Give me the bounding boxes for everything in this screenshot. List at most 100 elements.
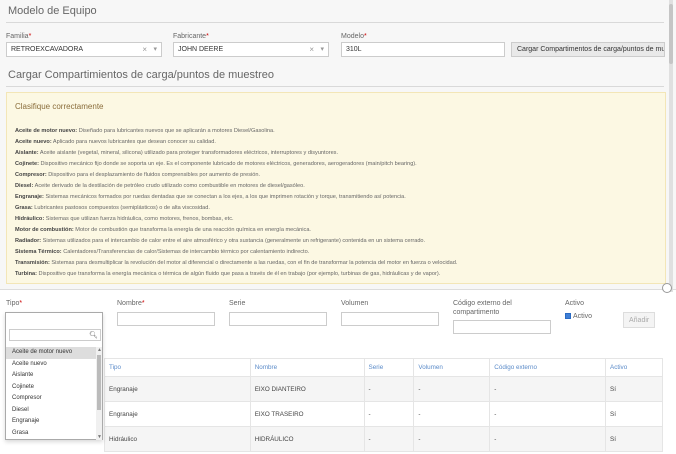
column-header[interactable]: Activo <box>605 358 663 377</box>
classification-notice: Clasifique correctamente Aceite de motor… <box>6 92 666 284</box>
definition-text: Diseñado para lubricantes nuevos que se … <box>77 128 275 134</box>
table-cell: Engranaje <box>104 401 251 427</box>
dropdown-scrollbar-thumb[interactable] <box>97 355 101 410</box>
notice-title: Clasifique correctamente <box>15 102 104 111</box>
chevron-down-icon[interactable]: ▾ <box>153 45 157 53</box>
dropdown-option[interactable]: Aceite nuevo <box>6 359 102 371</box>
column-header[interactable]: Nombre <box>249 358 365 377</box>
familia-label: Familia* <box>6 33 32 40</box>
dropdown-option[interactable]: Grasa <box>6 428 102 440</box>
table-cell: HIDRÁULICO <box>249 426 365 452</box>
definition-text: Dispositivo que transforma la energía me… <box>36 271 441 277</box>
definition-text: Aceite derivado de la destilación de pet… <box>33 183 305 189</box>
table-cell: - <box>413 376 491 402</box>
definition-text: Calentadores/Transferencias de calor/Sis… <box>61 249 310 255</box>
column-header[interactable]: Tipo <box>104 358 251 377</box>
load-compartments-button[interactable]: Cargar Compartimentos de carga/puntos de… <box>511 42 665 57</box>
notice-definition-item: Grasa: Lubricantes pastosos compuestos (… <box>15 205 659 215</box>
page-title: Modelo de Equipo <box>8 5 97 17</box>
divider <box>6 22 664 23</box>
table-cell: Engranaje <box>104 376 251 402</box>
table-cell: Hidráulico <box>104 426 251 452</box>
dropdown-option[interactable]: Aceite de motor nuevo <box>6 347 102 359</box>
notice-definition-item: Sistema Térmico: Calentadores/Transferen… <box>15 249 659 259</box>
definition-term: Aceite de motor nuevo: <box>15 128 78 134</box>
dropdown-option[interactable]: Aislante <box>6 370 102 382</box>
nombre-input[interactable] <box>117 312 215 326</box>
table-header: Tipo Nombre Serie Volumen Código externo Acti… <box>104 358 663 377</box>
add-button[interactable]: Añadir <box>623 312 655 328</box>
definition-term: Motor de combustión: <box>15 227 74 233</box>
scroll-up-icon[interactable]: ▲ <box>97 347 102 353</box>
notice-definition-item: Aceite de motor nuevo: Diseñado para lub… <box>15 128 659 138</box>
notice-definition-item: Turbina: Dispositivo que transforma la e… <box>15 271 659 281</box>
definition-term: Grasa: <box>15 205 33 211</box>
table-cell: - <box>489 401 607 427</box>
definition-text: Lubricantes pastosos compuestos (semiplá… <box>32 205 210 211</box>
tipo-label: Tipo* <box>6 300 23 307</box>
table-cell: Sí <box>605 401 663 427</box>
table-cell: - <box>489 426 607 452</box>
definition-text: Aceite aislante (vegetal, mineral, silic… <box>38 150 339 156</box>
column-header[interactable]: Código externo <box>489 358 607 377</box>
modelo-select[interactable]: 310L <box>341 42 505 57</box>
table-cell: Sí <box>605 376 663 402</box>
fabricante-label: Fabricante* <box>173 33 209 40</box>
serie-input[interactable] <box>229 312 327 326</box>
dropdown-option[interactable]: Compresor <box>6 393 102 405</box>
activo-checkbox[interactable] <box>565 313 571 319</box>
activo-checkbox-label: Activo <box>573 313 593 320</box>
table-cell: EIXO TRASEIRO <box>249 401 365 427</box>
definition-term: Sistema Térmico: <box>15 249 62 255</box>
dropdown-scrollbar[interactable]: ▲ ▼ <box>96 347 102 440</box>
tipo-dropdown[interactable]: 🔍︎ Aceite de motor nuevo Aceite nuevo Aisl… <box>5 312 103 440</box>
scroll-indicator-icon <box>662 283 672 293</box>
clear-icon[interactable]: × <box>309 45 314 54</box>
table-cell: - <box>363 376 415 402</box>
definition-text: Sistemas que utilizan fuerza hidráulica,… <box>44 216 234 222</box>
dropdown-option[interactable]: Diesel <box>6 405 102 417</box>
dropdown-option[interactable]: Engranaje <box>6 416 102 428</box>
definition-text: Motor de combustión que transforma la en… <box>73 227 311 233</box>
table-cell: EIXO DIANTEIRO <box>249 376 365 402</box>
chevron-down-icon[interactable]: ▾ <box>320 45 324 53</box>
definition-term: Aislante: <box>15 150 39 156</box>
nombre-label: Nombre* <box>117 300 145 307</box>
table-row[interactable]: Engranaje EIXO DIANTEIRO - - - Sí <box>104 376 663 402</box>
codigo-externo-input[interactable] <box>453 320 551 334</box>
dropdown-search-input[interactable]: 🔍︎ <box>9 329 101 341</box>
volumen-label: Volumen <box>341 300 369 307</box>
volumen-input[interactable] <box>341 312 439 326</box>
notice-definition-item: Radiador: Sistemas utilizados para el in… <box>15 238 659 248</box>
serie-label: Serie <box>229 300 246 307</box>
definition-text: Sistemas utilizados para el intercambio … <box>41 238 426 244</box>
codigo-externo-label-line2: compartimento <box>453 309 500 316</box>
notice-definition-item: Hidráulico: Sistemas que utilizan fuerza… <box>15 216 659 226</box>
table-cell: - <box>363 426 415 452</box>
column-header[interactable]: Serie <box>363 358 415 377</box>
clear-icon[interactable]: × <box>142 45 147 54</box>
dropdown-option[interactable]: Cojinete <box>6 382 102 394</box>
modelo-label: Modelo* <box>341 33 367 40</box>
familia-value: RETROEXCAVADORA <box>11 46 84 53</box>
notice-definition-item: Transmisión: Sistemas para desmultiplica… <box>15 260 659 270</box>
definition-text: Sistemas mecánicos formados por ruedas d… <box>43 194 406 200</box>
divider <box>6 86 664 87</box>
activo-label: Activo <box>565 300 585 307</box>
definition-term: Turbina: <box>15 271 37 277</box>
column-header[interactable]: Volumen <box>413 358 491 377</box>
familia-select[interactable]: RETROEXCAVADORA × ▾ <box>6 42 162 57</box>
table-cell: - <box>489 376 607 402</box>
table-cell: - <box>413 426 491 452</box>
table-row[interactable]: Engranaje EIXO TRASEIRO - - - Sí <box>104 401 663 427</box>
notice-definition-item: Compresor: Dispositivo para el desplazam… <box>15 172 659 182</box>
scroll-down-icon[interactable]: ▼ <box>97 434 102 440</box>
definition-text: Dispositivo para el desplazamiento de fl… <box>46 172 261 178</box>
page-scrollbar-thumb[interactable] <box>669 4 673 64</box>
fabricante-value: JOHN DEERE <box>178 46 224 53</box>
definition-term: Radiador: <box>15 238 42 244</box>
fabricante-select[interactable]: JOHN DEERE × ▾ <box>173 42 329 57</box>
table-row[interactable]: Hidráulico HIDRÁULICO - - - Sí <box>104 426 663 452</box>
definition-term: Hidráulico: <box>15 216 45 222</box>
definition-term: Transmisión: <box>15 260 50 266</box>
